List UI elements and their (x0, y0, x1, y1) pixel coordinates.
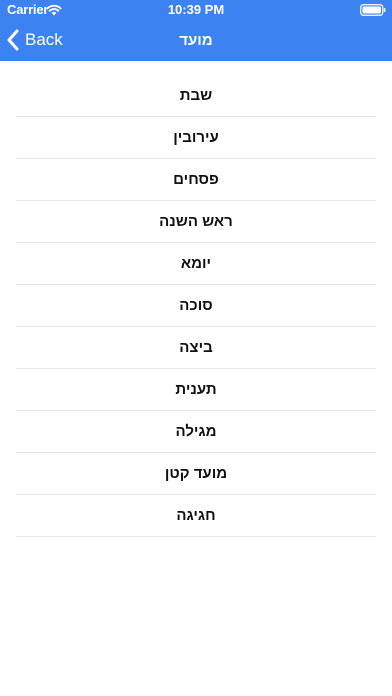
list-item[interactable]: עירובין (16, 117, 376, 159)
list-item-label: תענית (175, 381, 217, 398)
list-item[interactable]: חגיגה (16, 495, 376, 537)
list-item-label: ביצה (179, 339, 213, 356)
list-item-label: סוכה (179, 297, 213, 314)
list-item-label: ראש השנה (159, 213, 233, 230)
page-title: מועד (179, 32, 213, 49)
list-item-label: מועד קטן (164, 465, 228, 482)
list-item-label: עירובין (173, 129, 219, 146)
list-item-label: פסחים (173, 171, 219, 188)
list-item[interactable]: סוכה (16, 285, 376, 327)
list-item[interactable]: ביצה (16, 327, 376, 369)
list-item-label: מגילה (175, 423, 217, 440)
list-item[interactable]: תענית (16, 369, 376, 411)
list-item-label: חגיגה (176, 507, 216, 524)
list-item[interactable]: פסחים (16, 159, 376, 201)
list-item[interactable]: ראש השנה (16, 201, 376, 243)
list-item[interactable]: מגילה (16, 411, 376, 453)
battery-icon (360, 4, 386, 16)
list-item[interactable]: יומא (16, 243, 376, 285)
list-item[interactable]: מועד קטן (16, 453, 376, 495)
header: Carrier 10:39 PM Back מועד (0, 0, 392, 61)
tractate-list: שבת עירובין פסחים ראש השנה יומא סוכה ביצ… (16, 75, 376, 537)
list-item-label: שבת (179, 87, 213, 104)
list-item[interactable]: שבת (16, 75, 376, 117)
status-bar: Carrier 10:39 PM (0, 0, 392, 20)
status-time: 10:39 PM (167, 2, 225, 17)
list-item-label: יומא (180, 255, 212, 272)
navigation-bar: Back מועד (0, 20, 392, 61)
